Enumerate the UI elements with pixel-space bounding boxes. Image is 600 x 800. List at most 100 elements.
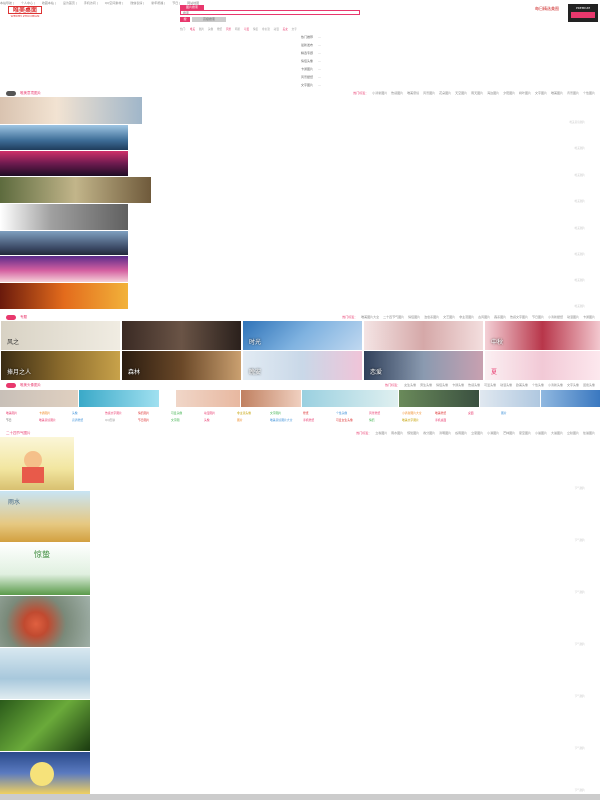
thumbnail-image[interactable] [0, 97, 142, 124]
hotword[interactable]: 文字 [292, 28, 297, 31]
tag-link[interactable]: 文字图片 [535, 91, 547, 95]
side-label[interactable]: 节气图片 [515, 486, 585, 490]
avatar-thumbnail[interactable] [480, 390, 540, 407]
solar-term-image[interactable] [0, 752, 90, 794]
tag-link[interactable]: 谷雨图片 [455, 431, 467, 435]
tag-link[interactable]: 小满图片 [487, 431, 499, 435]
horizontal-scrollbar[interactable] [0, 794, 600, 800]
color-link[interactable]: 可爱女生头像 [336, 418, 369, 422]
tag-link[interactable]: 动漫头像 [500, 383, 512, 387]
thumbnail-image[interactable] [0, 125, 128, 150]
dropdown-item[interactable]: 风景壁纸 [296, 73, 318, 81]
color-link[interactable]: 图片 [237, 418, 270, 422]
album-card[interactable] [122, 321, 241, 350]
dropdown-item[interactable]: 最新发布 [296, 41, 318, 49]
side-label[interactable]: 节气图片 [515, 590, 585, 594]
dropdown-item[interactable]: 热门推荐 [296, 33, 318, 41]
top-link[interactable]: 微信表情 | [130, 1, 144, 5]
tag-link[interactable]: 天空图片 [455, 91, 467, 95]
color-link[interactable]: 唯美意境图片 [39, 418, 72, 422]
hotword[interactable]: 明星 [235, 28, 240, 31]
thumbnail-image[interactable] [0, 151, 128, 176]
site-logo[interactable]: 唯美桌面 WEIMEI ZHUOMIAN [8, 6, 42, 20]
solar-term-image[interactable] [0, 648, 90, 699]
album-card[interactable]: 恋爱 [364, 351, 483, 380]
color-link[interactable]: 唯美意境图片大全 [270, 418, 303, 422]
side-label[interactable]: 唯美图片 [515, 304, 585, 308]
tag-link[interactable]: 伤感图片 [391, 91, 403, 95]
color-link[interactable]: QQ皮肤 [105, 418, 138, 422]
solar-term-image[interactable]: 惊蛰 [0, 543, 90, 595]
promo-text[interactable]: 每日精选美图 [530, 6, 564, 12]
hotword[interactable]: 情侣 [253, 28, 258, 31]
thumbnail-image[interactable] [0, 204, 128, 230]
section-title[interactable]: 唯美头像图片 [20, 381, 41, 389]
dropdown-item[interactable]: 情侣头像 [296, 57, 318, 65]
thumbnail-image[interactable] [0, 231, 128, 255]
avatar-thumbnail[interactable] [399, 390, 479, 407]
hotword[interactable]: 头像 [208, 28, 213, 31]
album-card[interactable]: 森林 [122, 351, 241, 380]
tag-link[interactable]: 古风图片 [478, 315, 490, 319]
album-card[interactable]: 中秋 [485, 321, 600, 350]
tag-link[interactable]: 森系图片 [494, 315, 506, 319]
tag-link[interactable]: 风景图片 [423, 91, 435, 95]
tag-link[interactable]: 治愈系图片 [424, 315, 439, 319]
tag-link[interactable]: 小暑图片 [535, 431, 547, 435]
tag-link[interactable]: 夏至图片 [519, 431, 531, 435]
tag-link[interactable]: 唯美图片 [551, 91, 563, 95]
dropdown-item[interactable]: 精选专题 [296, 49, 318, 57]
side-label[interactable]: 唯美图片 [515, 278, 585, 282]
tag-link[interactable]: 欧美头像 [516, 383, 528, 387]
color-link[interactable]: 节日 [6, 418, 39, 422]
thumbnail-image[interactable] [0, 256, 128, 282]
side-label[interactable]: 节气图片 [515, 694, 585, 698]
tag-link[interactable]: 花朵图片 [439, 91, 451, 95]
color-link[interactable]: 文字图片 [270, 411, 303, 415]
section-title[interactable]: 唯美意境图片 [20, 89, 41, 97]
tag-link[interactable]: 夕阳图片 [503, 91, 515, 95]
color-link[interactable]: 情侣图片 [138, 411, 171, 415]
tag-link[interactable]: 树叶图片 [519, 91, 531, 95]
tag-link[interactable]: 卡通头像 [452, 383, 464, 387]
tag-link[interactable]: 清明图片 [439, 431, 451, 435]
top-link[interactable]: 收藏本站 | [42, 1, 56, 5]
search-input[interactable] [180, 10, 360, 15]
album-card[interactable]: 风之 [1, 321, 120, 350]
section-title[interactable]: 二十四节气图片 [6, 429, 31, 437]
color-link[interactable]: 可爱头像 [171, 411, 204, 415]
tag-link[interactable]: 立夏图片 [471, 431, 483, 435]
side-label[interactable]: 唯美图片 [515, 252, 585, 256]
hotword[interactable]: 非主流 [262, 28, 270, 31]
tag-link[interactable]: 雨天图片 [471, 91, 483, 95]
color-link[interactable]: 头像 [204, 418, 237, 422]
avatar-thumbnail[interactable] [241, 390, 301, 407]
solar-term-image[interactable]: 雨水 [0, 491, 90, 542]
tag-link[interactable]: 小清新头像 [548, 383, 563, 387]
color-link[interactable]: 风景壁纸 [369, 411, 402, 415]
tag-link[interactable]: 处暑图片 [583, 431, 595, 435]
tag-link[interactable]: 伤感文字图片 [510, 315, 528, 319]
color-link[interactable]: 手机桌面 [435, 418, 468, 422]
color-link[interactable]: 情侣 [369, 418, 402, 422]
color-link[interactable]: 唯美图片 [6, 411, 39, 415]
color-link[interactable]: 手机壁纸 [303, 418, 336, 422]
hotword[interactable]: 风景 [226, 28, 231, 31]
hotword[interactable]: 图片 [199, 28, 204, 31]
tag-link[interactable]: 芒种图片 [503, 431, 515, 435]
tag-link[interactable]: 立秋图片 [567, 431, 579, 435]
color-link[interactable]: 唯美壁纸 [435, 411, 468, 415]
hotword[interactable]: 可爱 [244, 28, 249, 31]
avatar-thumbnail[interactable] [541, 390, 600, 407]
tag-link[interactable]: 闺蜜头像 [583, 383, 595, 387]
thumbnail-image[interactable] [0, 283, 128, 309]
tag-link[interactable]: 情侣图片 [408, 315, 420, 319]
solar-term-image[interactable] [0, 596, 90, 647]
top-link[interactable]: 本站导航 | [0, 1, 14, 5]
side-label[interactable]: 节气图片 [515, 538, 585, 542]
color-link[interactable]: 非主流头像 [237, 411, 270, 415]
color-link[interactable]: 伤感文字图片 [105, 411, 138, 415]
tag-link[interactable]: 唯美意境 [407, 91, 419, 95]
dropdown-item[interactable]: 卡通图片 [296, 65, 318, 73]
tag-link[interactable]: 动漫图片 [567, 315, 579, 319]
